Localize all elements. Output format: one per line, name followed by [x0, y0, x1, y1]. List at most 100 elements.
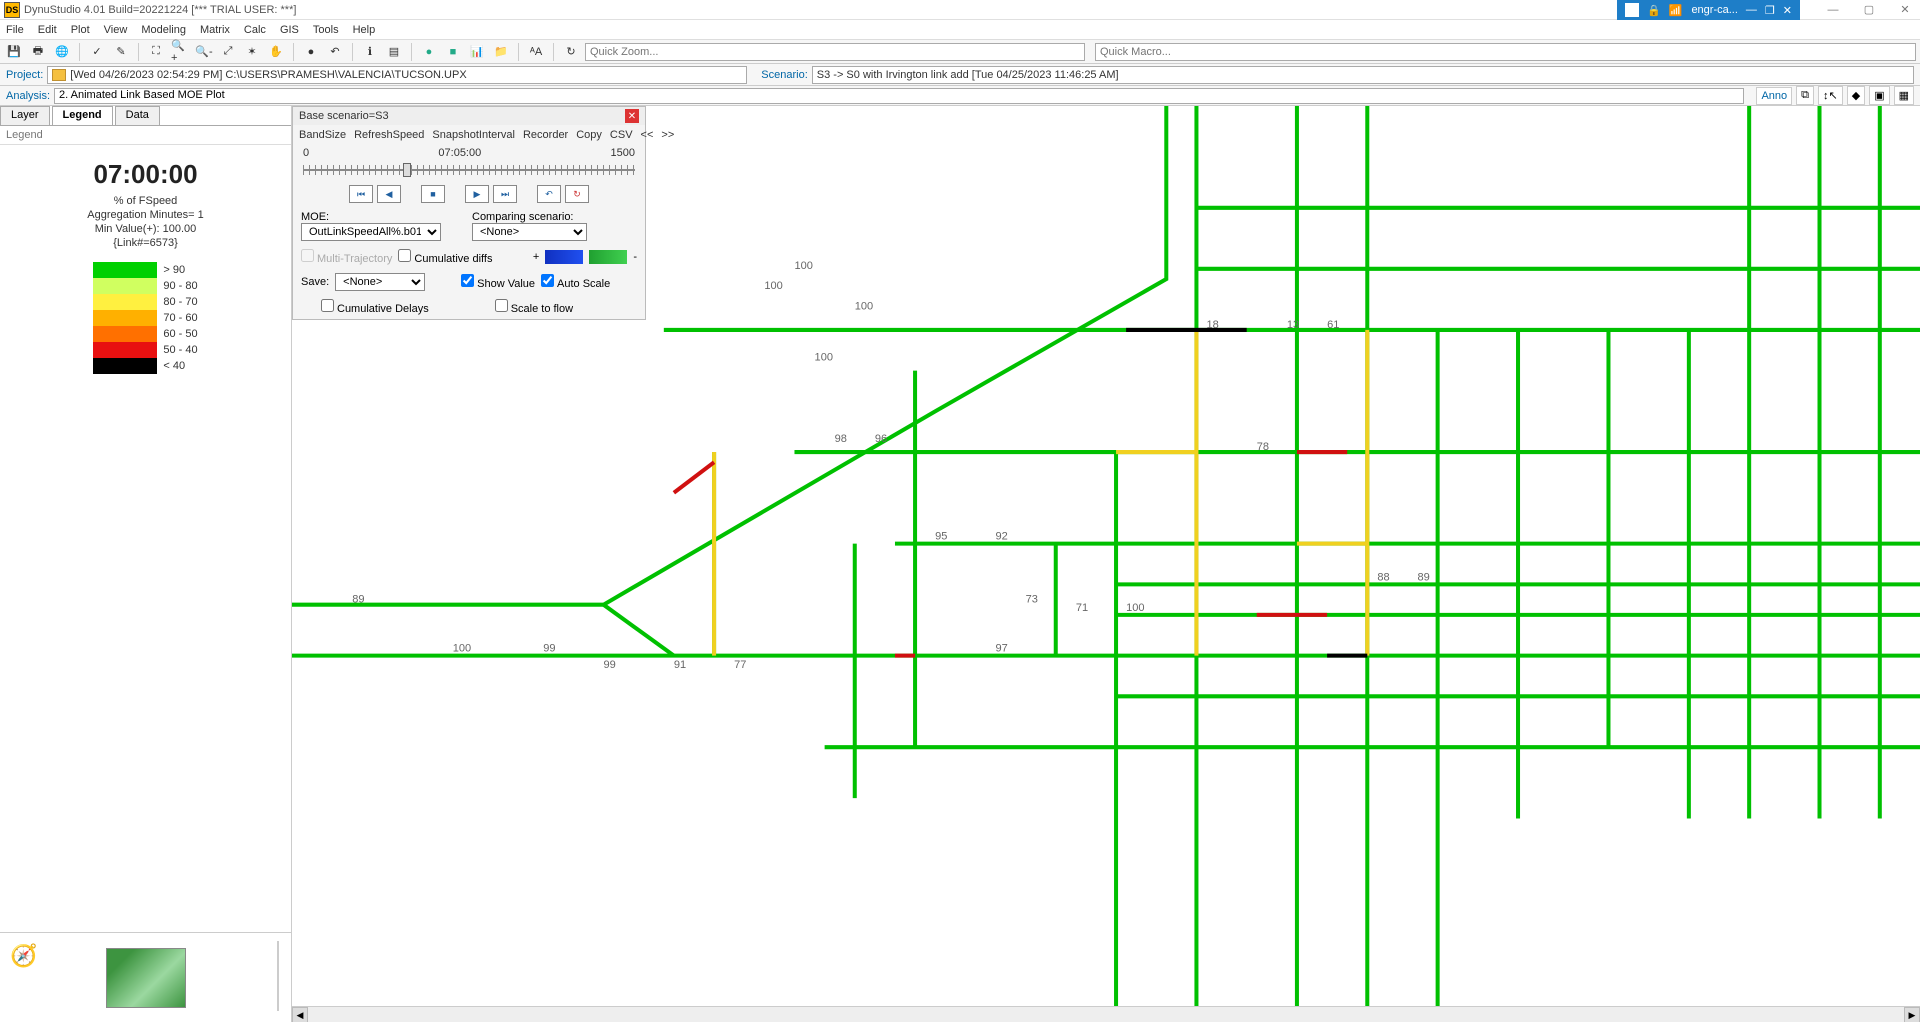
traj-row: Multi-Trajectory Cumulative diffs + - — [293, 245, 645, 269]
svg-text:96: 96 — [875, 433, 887, 445]
pm-refreshspeed[interactable]: RefreshSpeed — [354, 129, 424, 141]
save-select[interactable]: <None> — [335, 273, 425, 291]
scale-swatch — [93, 278, 157, 294]
target-icon[interactable]: ▣ — [1869, 86, 1889, 105]
maximize-icon[interactable]: ▢ — [1858, 3, 1880, 17]
project-field[interactable]: [Wed 04/26/2023 02:54:29 PM] C:\USERS\PR… — [47, 66, 747, 84]
stop-button[interactable]: ■ — [421, 185, 445, 203]
auto-scale-check[interactable]: Auto Scale — [541, 274, 610, 290]
legend-body: 07:00:00 % of FSpeed Aggregation Minutes… — [0, 145, 291, 932]
time-slider[interactable] — [303, 161, 635, 181]
folder-icon[interactable]: 📁 — [491, 43, 511, 61]
zoom-full-icon[interactable]: ✶ — [242, 43, 262, 61]
multi-traj-check[interactable]: Multi-Trajectory — [301, 249, 392, 265]
info-icon[interactable]: ℹ — [360, 43, 380, 61]
pm-snapshot[interactable]: SnapshotInterval — [432, 129, 515, 141]
globe-icon[interactable]: 🌐 — [52, 43, 72, 61]
quick-zoom-input[interactable] — [585, 43, 1085, 61]
cum-diffs-check[interactable]: Cumulative diffs — [398, 249, 492, 265]
pm-copy[interactable]: Copy — [576, 129, 602, 141]
menu-matrix[interactable]: Matrix — [200, 24, 230, 36]
comp-select[interactable]: <None> — [472, 223, 587, 241]
menu-calc[interactable]: Calc — [244, 24, 266, 36]
pm-next[interactable]: >> — [661, 129, 674, 141]
quick-macro-input[interactable] — [1095, 43, 1916, 61]
pan-icon[interactable]: ✋ — [266, 43, 286, 61]
scale-swatch — [93, 342, 157, 358]
close-icon[interactable]: ✕ — [1894, 3, 1916, 17]
zoom-out-icon[interactable]: 🔍- — [194, 43, 214, 61]
refresh-icon[interactable]: ↻ — [561, 43, 581, 61]
chart-icon[interactable]: 📊 — [467, 43, 487, 61]
scenario-field[interactable]: S3 -> S0 with Irvington link add [Tue 04… — [812, 66, 1914, 84]
signal-icon: 📶 — [1669, 4, 1684, 17]
loop-back-button[interactable]: ↶ — [537, 185, 561, 203]
menu-view[interactable]: View — [104, 24, 128, 36]
menu-modeling[interactable]: Modeling — [141, 24, 186, 36]
sys-min-icon[interactable]: — — [1746, 4, 1757, 16]
svg-text:100: 100 — [1126, 602, 1144, 614]
pm-bandsize[interactable]: BandSize — [299, 129, 346, 141]
analysis-field[interactable]: 2. Animated Link Based MOE Plot — [54, 88, 1744, 104]
legend-icon[interactable]: ▤ — [384, 43, 404, 61]
scale-label: 70 - 60 — [163, 312, 197, 324]
menu-tools[interactable]: Tools — [313, 24, 339, 36]
map-canvas[interactable]: Base scenario=S3 ✕ BandSize RefreshSpeed… — [292, 106, 1920, 1022]
arrows-icon[interactable]: ↕↖ — [1818, 86, 1843, 105]
menu-file[interactable]: File — [6, 24, 24, 36]
print-icon[interactable]: 🖶 — [28, 43, 48, 61]
pm-prev[interactable]: << — [641, 129, 654, 141]
save-icon[interactable]: 💾 — [4, 43, 24, 61]
horizontal-scrollbar[interactable]: ◀ ▶ — [292, 1006, 1920, 1022]
sys-close-icon[interactable]: ✕ — [1783, 4, 1792, 17]
layers-icon[interactable]: ⧉ — [1796, 86, 1814, 105]
scroll-right-icon[interactable]: ▶ — [1904, 1007, 1920, 1022]
minimize-icon[interactable]: — — [1822, 3, 1844, 17]
sys-restore-icon[interactable]: ❐ — [1765, 4, 1775, 17]
menu-edit[interactable]: Edit — [38, 24, 57, 36]
menu-gis[interactable]: GIS — [280, 24, 299, 36]
system-remote-tab[interactable]: 🔒 📶 engr-ca... — ❐ ✕ — [1617, 0, 1800, 20]
zoom-area-icon[interactable]: ⛶ — [146, 43, 166, 61]
pm-recorder[interactable]: Recorder — [523, 129, 568, 141]
undo-icon[interactable]: ↶ — [325, 43, 345, 61]
project-scenario-row: Project: [Wed 04/26/2023 02:54:29 PM] C:… — [0, 64, 1920, 86]
minimap-slider[interactable] — [277, 941, 279, 1011]
zoom-in-icon[interactable]: 🔍+ — [170, 43, 190, 61]
dot-icon[interactable]: ● — [301, 43, 321, 61]
text-icon[interactable]: ᴬA — [526, 43, 546, 61]
tab-data[interactable]: Data — [115, 106, 160, 125]
scale-flow-check[interactable]: Scale to flow — [495, 299, 573, 315]
color-scale: > 9090 - 8080 - 7070 - 6060 - 5050 - 40<… — [93, 262, 197, 374]
slider-thumb[interactable] — [403, 163, 411, 177]
anno-button[interactable]: Anno — [1756, 87, 1792, 105]
loop-button[interactable]: ↻ — [565, 185, 589, 203]
menu-help[interactable]: Help — [353, 24, 376, 36]
scroll-left-icon[interactable]: ◀ — [292, 1007, 308, 1022]
scale-row: 90 - 80 — [93, 278, 197, 294]
pause-icon[interactable]: ■ — [443, 43, 463, 61]
forward-button[interactable]: ⏭ — [493, 185, 517, 203]
menu-plot[interactable]: Plot — [71, 24, 90, 36]
panel-close-button[interactable]: ✕ — [625, 109, 639, 123]
select-icon[interactable]: ✓ — [87, 43, 107, 61]
step-back-button[interactable]: ◀ — [377, 185, 401, 203]
cum-delays-check[interactable]: Cumulative Delays — [321, 299, 429, 315]
tab-layer[interactable]: Layer — [0, 106, 50, 125]
zoom-fit-icon[interactable]: ⤢ — [218, 43, 238, 61]
project-label: Project: — [6, 69, 43, 81]
rewind-button[interactable]: ⏮ — [349, 185, 373, 203]
run-icon[interactable]: ● — [419, 43, 439, 61]
diamond-icon[interactable]: ◆ — [1847, 86, 1865, 105]
legend-linkcount: {Link#=6573} — [113, 237, 178, 249]
svg-text:99: 99 — [543, 642, 555, 654]
pm-csv[interactable]: CSV — [610, 129, 633, 141]
draw-icon[interactable]: ✎ — [111, 43, 131, 61]
step-fwd-button[interactable]: ▶ — [465, 185, 489, 203]
moe-select[interactable]: OutLinkSpeedAll%.b01 — [301, 223, 441, 241]
grid-icon[interactable]: ▦ — [1894, 86, 1914, 105]
minimap[interactable]: 🧭 — [0, 932, 291, 1022]
tab-legend[interactable]: Legend — [52, 106, 113, 125]
show-value-check[interactable]: Show Value — [461, 274, 535, 290]
svg-text:97: 97 — [995, 642, 1007, 654]
